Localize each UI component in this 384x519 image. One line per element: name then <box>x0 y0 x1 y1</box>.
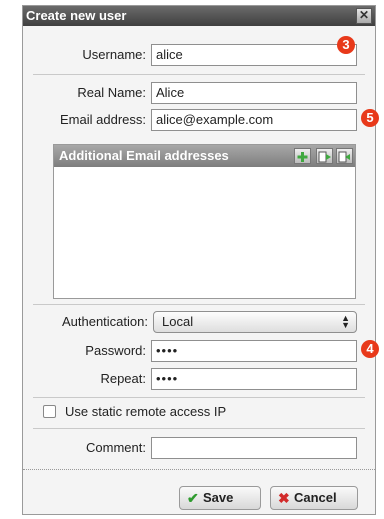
separator <box>33 304 365 305</box>
username-input[interactable]: alice <box>151 44 357 66</box>
email-input[interactable]: alice@example.com <box>151 109 357 131</box>
realname-input[interactable]: Alice <box>151 82 357 104</box>
auth-label: Authentication: <box>61 314 148 329</box>
cancel-button-label: Cancel <box>294 490 337 505</box>
auth-select-value: Local <box>162 314 194 329</box>
separator <box>33 428 365 429</box>
realname-label: Real Name: <box>77 85 146 100</box>
export-icon[interactable] <box>336 148 353 164</box>
additional-emails-header: Additional Email addresses <box>54 145 355 167</box>
password-label: Password: <box>85 343 146 358</box>
additional-emails-list[interactable]: Additional Email addresses <box>53 144 356 299</box>
create-user-dialog: Create new user ✕ Username: alice Real N… <box>22 5 376 515</box>
cancel-button[interactable]: ✖ Cancel <box>270 486 358 510</box>
x-icon: ✖ <box>278 490 290 506</box>
save-button-label: Save <box>203 490 234 505</box>
badge-username: 3 <box>337 36 355 54</box>
checkmark-icon: ✔ <box>187 490 199 506</box>
username-label: Username: <box>82 47 146 62</box>
save-button[interactable]: ✔ Save <box>179 486 261 510</box>
dialog-titlebar: Create new user ✕ <box>23 6 375 26</box>
repeat-label: Repeat: <box>100 371 146 386</box>
close-icon[interactable]: ✕ <box>356 8 372 24</box>
separator <box>33 74 365 75</box>
comment-label: Comment: <box>86 440 146 455</box>
badge-email: 5 <box>361 109 379 127</box>
footer-separator <box>23 469 375 470</box>
repeat-password-input[interactable]: •••• <box>151 368 357 390</box>
auth-select[interactable]: Local ▲ ▼ <box>153 311 357 333</box>
static-ip-label: Use static remote access IP <box>65 404 227 419</box>
password-input[interactable]: •••• <box>151 340 357 362</box>
separator <box>33 397 365 398</box>
plus-icon[interactable] <box>294 148 311 164</box>
import-icon[interactable] <box>316 148 333 164</box>
badge-password: 4 <box>361 340 379 358</box>
additional-emails-title: Additional Email addresses <box>59 148 229 163</box>
select-arrows-icon: ▲ ▼ <box>341 313 350 330</box>
static-ip-checkbox[interactable] <box>43 405 56 418</box>
dialog-title: Create new user <box>26 8 127 23</box>
email-label: Email address: <box>60 112 146 127</box>
comment-input[interactable] <box>151 437 357 459</box>
